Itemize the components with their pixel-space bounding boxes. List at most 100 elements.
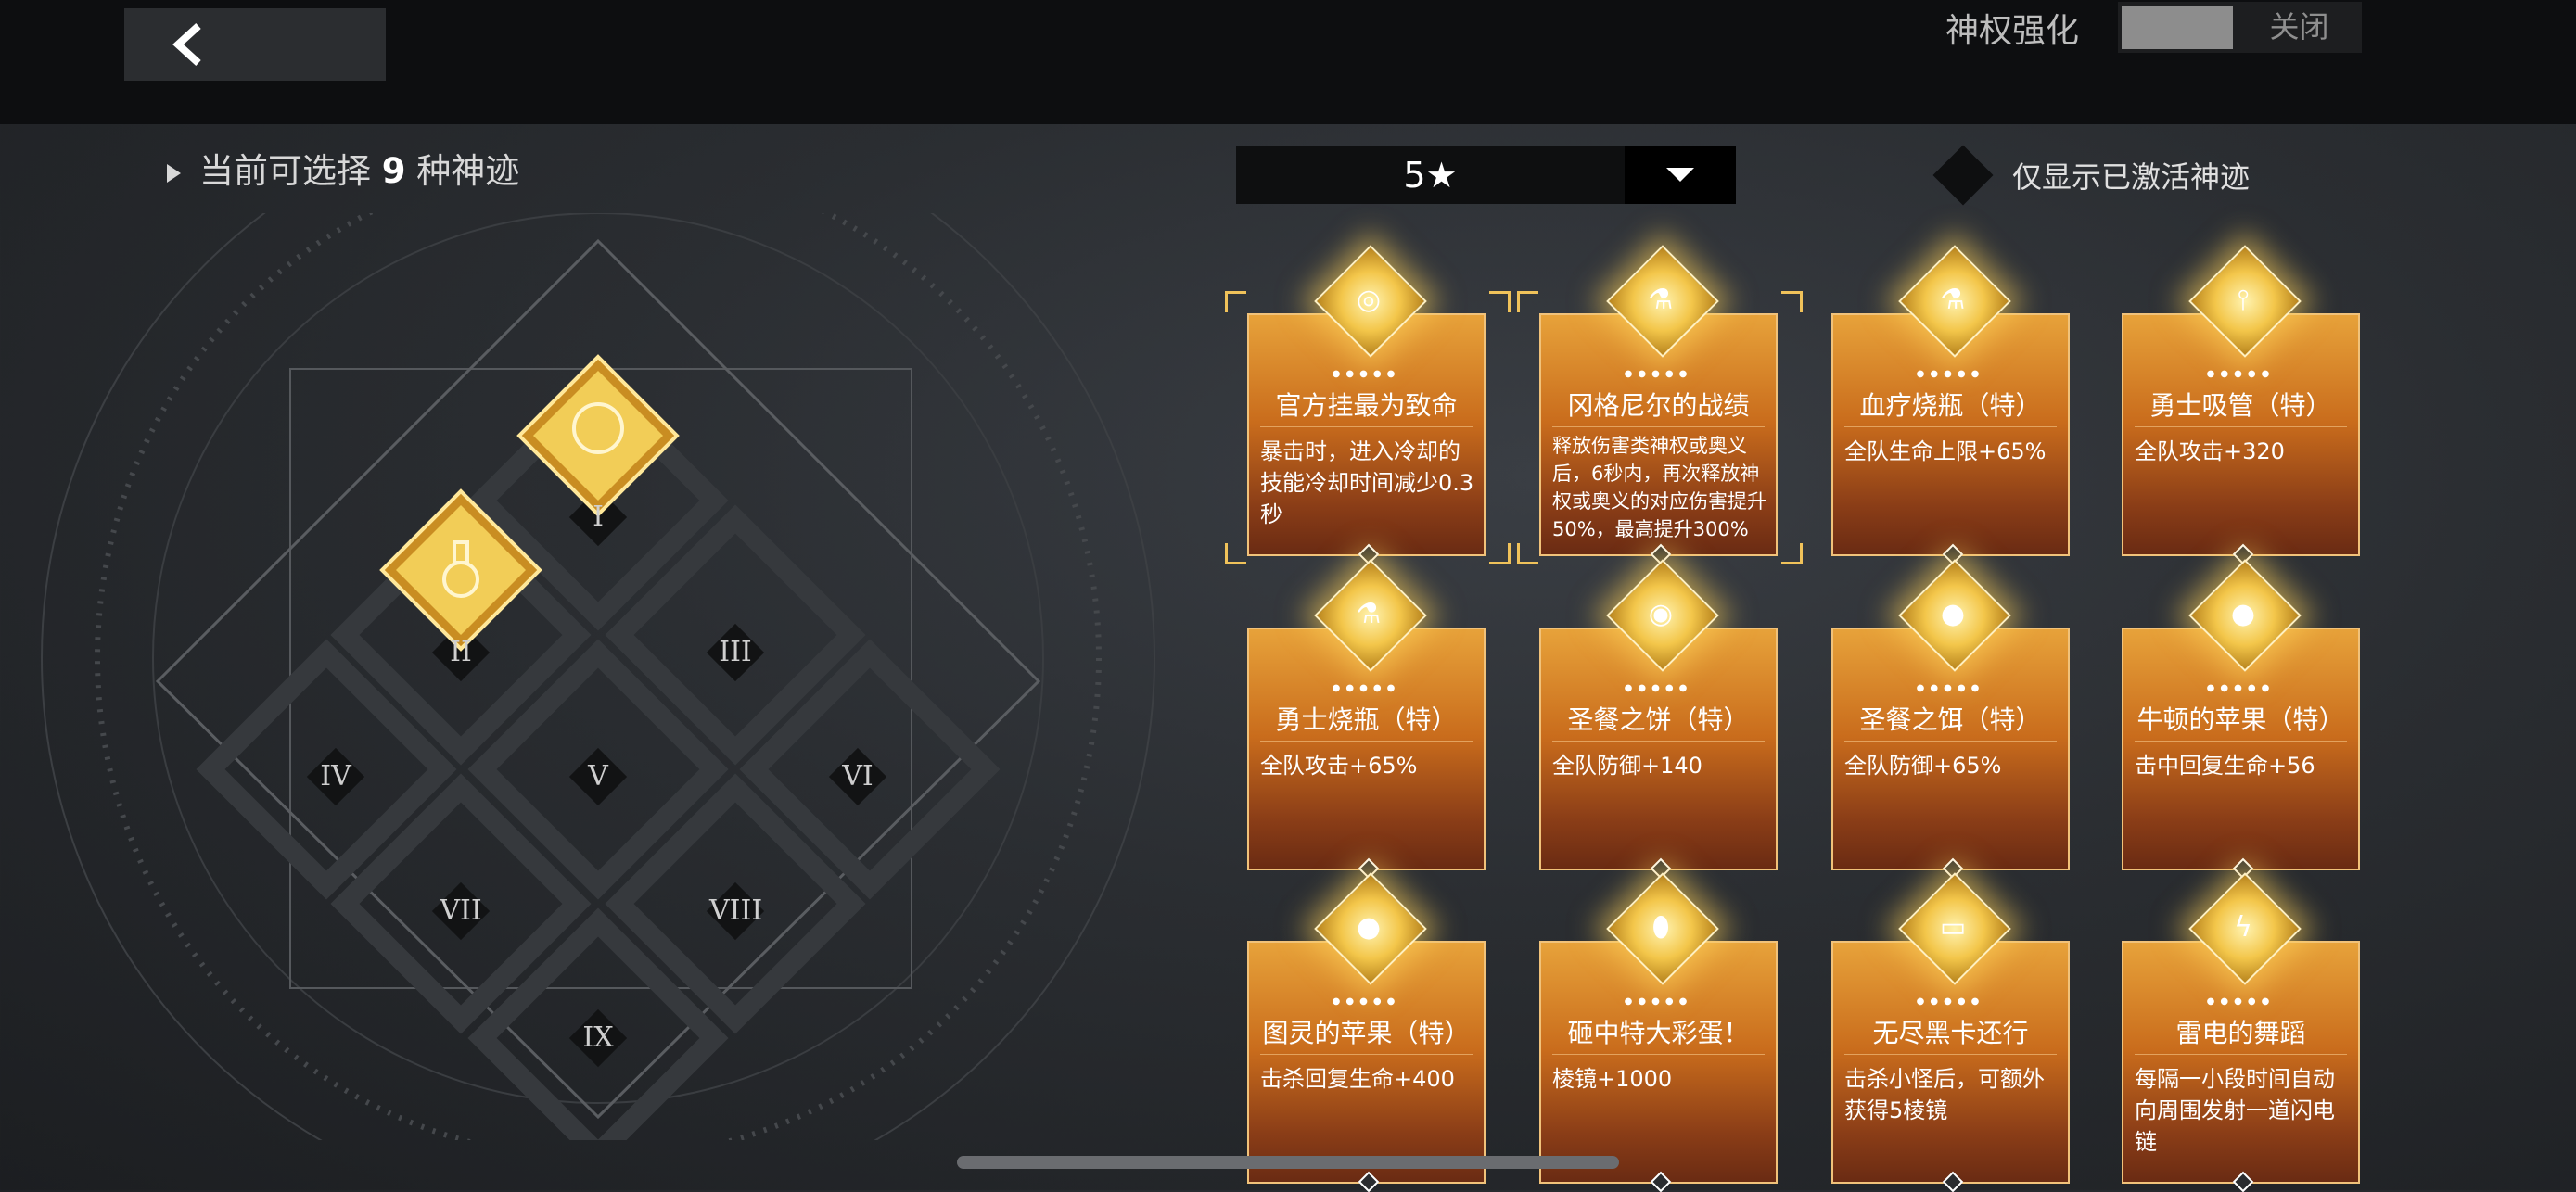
miracle-card[interactable]: ● ●●●●● 牛顿的苹果（特） 击中回复生命+56 [2122,559,2360,880]
miracle-card[interactable]: ⫯ ●●●●● 勇士吸管（特） 全队攻击+320 [2122,245,2360,565]
miracle-card[interactable]: ⚗ ●●●●● 勇士烧瓶（特） 全队攻击+65% [1247,559,1486,880]
card-icon: ▭ [1939,911,1967,944]
miracle-card[interactable]: ▭ ●●●●● 无尽黑卡还行 击杀小怪后，可额外获得5棱镜 [1831,872,2070,1192]
card-description: 全队防御+65% [1844,753,2002,779]
slot-label-ii[interactable]: II [435,627,487,678]
horizontal-scrollbar[interactable] [957,1156,1619,1169]
selection-bracket [1517,543,1538,564]
apple-icon: ● [2230,598,2256,630]
lightning-icon: ϟ [2234,911,2252,944]
miracle-board: I II III IV V VI VII VIII IX [0,213,1187,1140]
apple-icon: ● [1356,911,1382,944]
selection-bracket [1489,291,1511,312]
miracle-card[interactable]: ◎ ●●●●● 官方挂最为致命暴击时，进入冷却的技能冷却时间减少0.3秒 [1247,245,1486,565]
toggle-knob [2122,6,2233,49]
selection-bracket [1517,291,1538,312]
card-stars: ●●●●● [1624,683,1693,693]
selection-bracket [1225,291,1246,312]
card-title: 官方挂最为致命 [1275,390,1458,421]
slot-label-iii[interactable]: III [709,627,761,678]
card-stars: ●●●●● [2206,683,2276,693]
dropdown-arrow-icon[interactable] [1625,146,1736,204]
card-stars: ●●●●● [1916,996,1985,1007]
card-divider [1260,426,1473,427]
card-bottom-diamond [2232,1171,2254,1192]
card-divider [1844,426,2057,427]
divine-enhance-toggle[interactable]: 关闭 [2118,2,2362,53]
available-suffix: 种神迹 [416,151,520,191]
star-filter-dropdown[interactable]: 5★ [1236,146,1736,204]
triangle-right-icon [167,163,181,183]
available-prefix: 当前可选择 [199,151,371,191]
card-description: 每隔一小段时间自动向周围发射一道闪电链 [2135,1066,2335,1155]
activated-only-label: 仅显示已激活神迹 [2012,159,2251,195]
checkbox-diamond[interactable] [1932,145,1994,206]
miracle-card[interactable]: ⚗ ●●●●● 血疗烧瓶（特） 全队生命上限+65% [1831,245,2070,565]
card-stars: ●●●●● [1332,996,1401,1007]
slot-label-viii[interactable]: VIII [709,885,762,937]
slot-label-v[interactable]: V [572,751,624,803]
selection-bracket [1781,543,1803,564]
miracle-card[interactable]: ◉ ●●●●● 圣餐之饼（特） 全队防御+140 [1539,559,1778,880]
card-description: 全队攻击+320 [2135,438,2285,464]
card-divider [1844,741,2057,742]
available-count: 当前可选择 9 种神迹 [167,148,519,195]
card-stars: ●●●●● [1624,369,1693,379]
miracle-card[interactable]: ⬮ ●●●●● 砸中特大彩蛋！ 棱镜+1000 [1539,872,1778,1192]
card-divider [1844,1054,2057,1055]
flask-icon: ⚗ [1940,284,1966,316]
card-title: 无尽黑卡还行 [1872,1018,2029,1048]
miracle-card[interactable]: ● ●●●●● 图灵的苹果（特） 击杀回复生命+400 [1247,872,1486,1192]
slot-label-i[interactable]: I [572,491,624,543]
card-divider [1552,741,1765,742]
selection-bracket [1489,543,1511,564]
star-filter-value: 5★ [1403,155,1458,196]
activated-only-checkbox[interactable]: 仅显示已激活神迹 [1932,145,2251,206]
card-title: 雷电的舞蹈 [2175,1018,2306,1048]
back-button[interactable] [124,8,386,81]
card-description: 棱镜+1000 [1552,1066,1673,1092]
card-divider [2135,1054,2347,1055]
card-description: 全队攻击+65% [1260,753,1418,779]
card-divider [1552,426,1765,427]
card-description: 全队生命上限+65% [1844,438,2047,464]
card-description: 暴击时，进入冷却的技能冷却时间减少0.3秒 [1260,438,1474,527]
divine-enhance-label: 神权强化 [1945,12,2080,50]
miracle-card[interactable]: ● ●●●●● 圣餐之饵（特） 全队防御+65% [1831,559,2070,880]
card-divider [1260,741,1473,742]
slot-label-vii[interactable]: VII [435,885,487,937]
cookie-icon: ● [1940,598,1966,630]
chevron-left-icon [172,23,201,66]
card-description: 击中回复生命+56 [2135,753,2315,779]
card-divider [1552,1054,1765,1055]
compass-icon: ◎ [1356,284,1382,316]
card-title: 血疗烧瓶（特） [1859,390,2042,421]
slot-label-iv[interactable]: IV [310,751,362,803]
card-title: 牛顿的苹果（特） [2136,704,2345,735]
card-description: 释放伤害类神权或奥义后，6秒内，再次释放神权或奥义的对应伤害提升50%，最高提升… [1552,435,1766,540]
egg-icon: ⬮ [1651,911,1670,944]
card-stars: ●●●●● [1916,683,1985,693]
slot-label-ix[interactable]: IX [572,1012,624,1064]
card-title: 冈格尼尔的战绩 [1567,390,1750,421]
card-divider [2135,426,2347,427]
top-bar: 神权强化 关闭 [0,0,2576,124]
miracle-card[interactable]: ⚗ ●●●●● 冈格尼尔的战绩释放伤害类神权或奥义后，6秒内，再次释放神权或奥义的对… [1539,245,1778,565]
card-title: 勇士吸管（特） [2149,390,2332,421]
miracle-card[interactable]: ϟ ●●●●● 雷电的舞蹈每隔一小段时间自动向周围发射一道闪电链 [2122,872,2360,1192]
card-description: 全队防御+140 [1552,753,1702,779]
straw-icon: ⫯ [2237,284,2250,316]
card-stars: ●●●●● [2206,369,2276,379]
card-stars: ●●●●● [1332,683,1401,693]
card-stars: ●●●●● [1916,369,1985,379]
slot-label-vi[interactable]: VI [832,751,884,803]
card-divider [2135,741,2347,742]
toggle-state-label: 关闭 [2269,9,2329,44]
flask-icon: ⚗ [1648,284,1674,316]
pie-icon: ◉ [1648,598,1674,630]
card-stars: ●●●●● [2206,996,2276,1007]
card-stars: ●●●●● [1332,369,1401,379]
card-title: 图灵的苹果（特） [1262,1018,1471,1048]
selection-bracket [1781,291,1803,312]
card-bottom-diamond [1358,1171,1380,1192]
